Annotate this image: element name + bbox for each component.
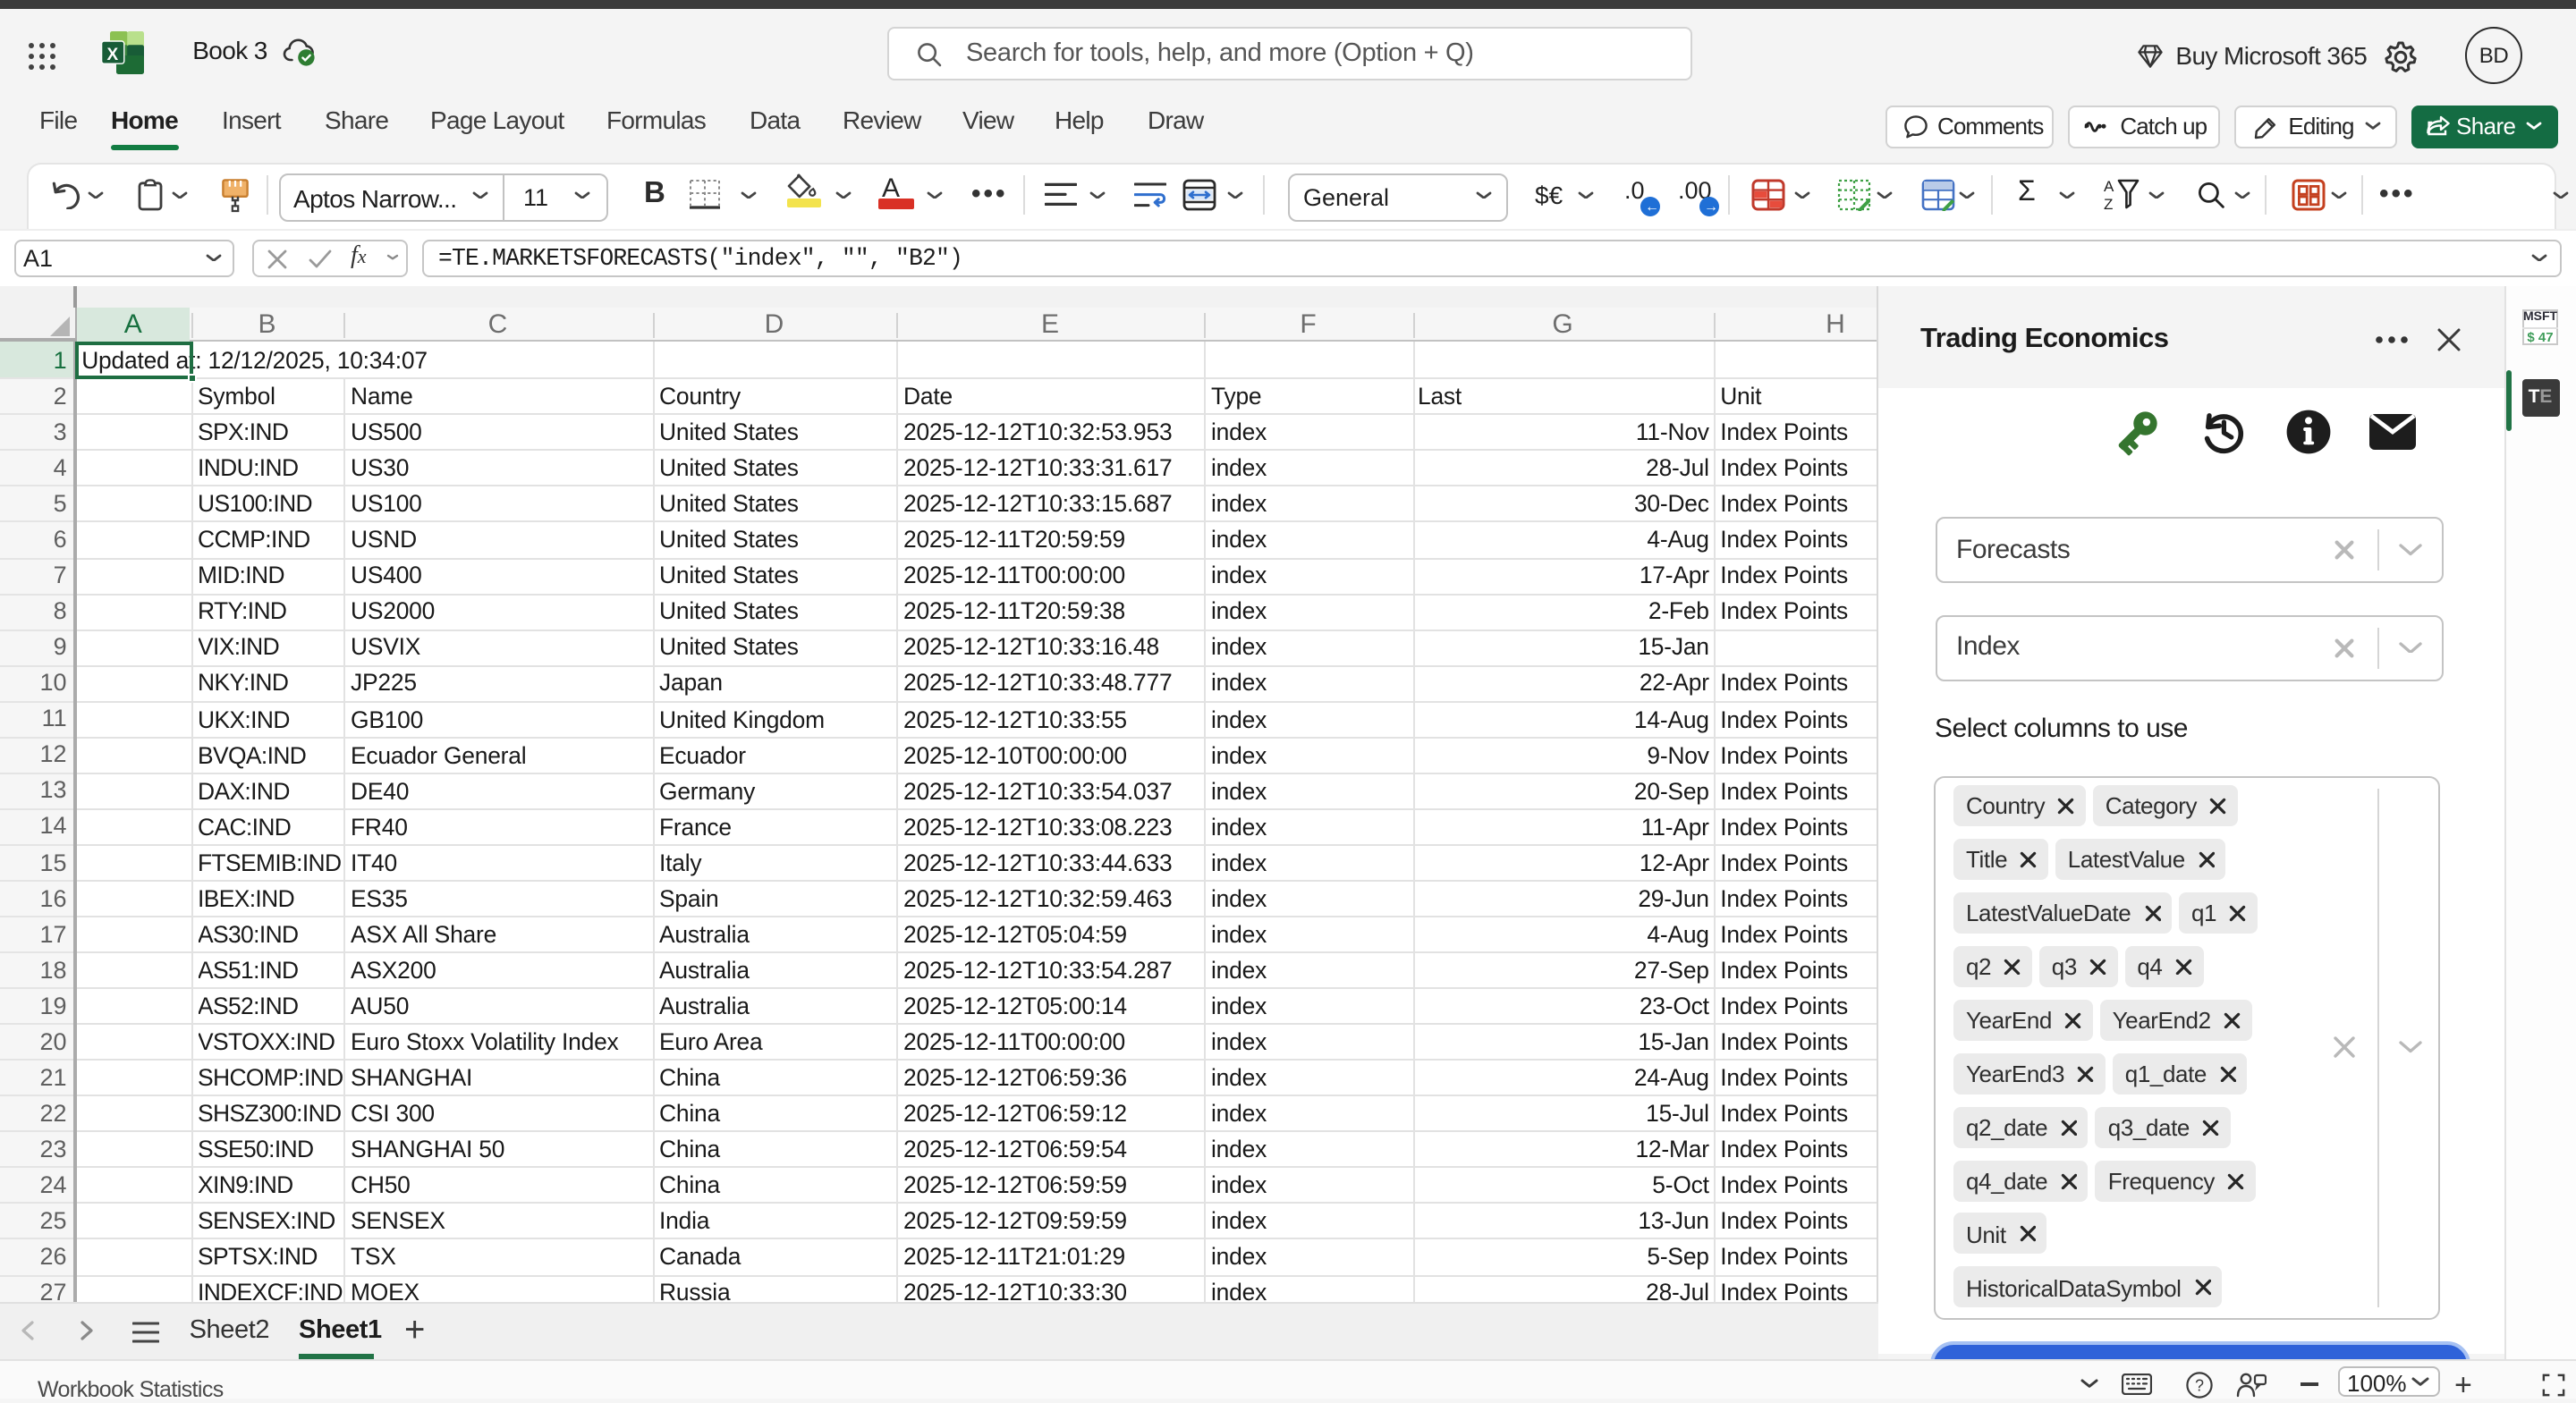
svg-text:X: X [106,46,118,64]
svg-text:A: A [2104,178,2114,195]
svg-text:Z: Z [2104,196,2113,211]
svg-text:?: ? [2194,1377,2203,1395]
